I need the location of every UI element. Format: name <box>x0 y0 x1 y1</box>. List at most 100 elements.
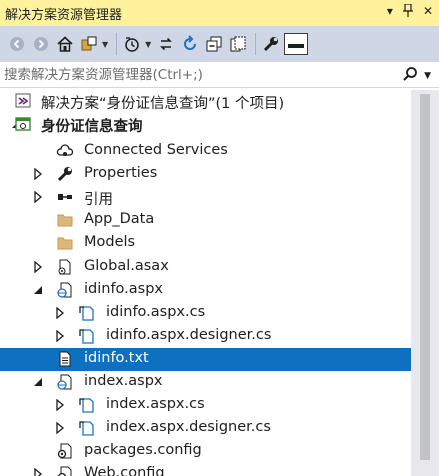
solution-icon <box>14 92 32 110</box>
tree-item[interactable]: idinfo.txt <box>0 348 411 371</box>
tree-item-label: Properties <box>84 165 158 181</box>
connected-services-icon <box>56 142 74 160</box>
tree-item[interactable]: index.aspx.designer.cs <box>0 417 411 440</box>
tree-item[interactable]: App_Data <box>0 209 411 232</box>
collapsed-triangle-icon[interactable] <box>32 191 44 203</box>
show-all-files-icon <box>229 35 247 53</box>
text-file-icon <box>56 350 74 368</box>
references-icon <box>56 188 74 206</box>
aspx-file-icon <box>56 281 74 299</box>
tree-item-label: index.aspx.cs <box>106 396 205 412</box>
toolbar-separator <box>116 33 118 55</box>
tree-item-label: Global.asax <box>84 258 169 274</box>
tree-item-label: 身份证信息查询 <box>41 119 143 135</box>
forward-arrow-icon <box>33 36 49 52</box>
tree-item[interactable]: idinfo.aspx <box>0 279 411 302</box>
close-icon[interactable]: ✕ <box>423 4 433 20</box>
tree-item[interactable]: idinfo.aspx.designer.cs <box>0 325 411 348</box>
switch-views-button[interactable] <box>78 33 100 55</box>
preview-button[interactable] <box>284 33 309 55</box>
chevron-down-icon[interactable]: ▾ <box>387 4 393 20</box>
config-file-icon <box>56 465 74 476</box>
show-all-files-button[interactable] <box>227 33 249 55</box>
tree-item[interactable]: index.aspx.cs <box>0 394 411 417</box>
tree-item[interactable]: Properties <box>0 163 411 186</box>
tree-item[interactable]: Models <box>0 232 411 255</box>
tree-item-label: Connected Services <box>84 142 228 158</box>
search-input[interactable] <box>0 66 380 83</box>
back-arrow-icon <box>9 36 25 52</box>
preview-icon <box>288 35 305 54</box>
search-icon[interactable] <box>402 66 418 86</box>
forward-button[interactable] <box>30 33 52 55</box>
back-button[interactable] <box>6 33 28 55</box>
tree-item-label: App_Data <box>84 211 155 227</box>
collapsed-triangle-icon[interactable] <box>54 399 66 411</box>
refresh-icon <box>181 35 199 53</box>
wrench-icon <box>56 165 74 183</box>
tree-item[interactable]: 身份证信息查询 <box>0 113 411 136</box>
tree-item[interactable]: index.aspx <box>0 371 411 394</box>
tree-item[interactable]: 引用 <box>0 186 411 209</box>
panel-title-bar: 解决方案资源管理器 ▾ ✕ <box>0 0 439 26</box>
tree-item[interactable]: Web.config <box>0 463 411 476</box>
collapsed-triangle-icon[interactable] <box>54 330 66 342</box>
search-options-icon[interactable]: ▼ <box>424 71 431 81</box>
collapsed-triangle-icon[interactable] <box>54 307 66 319</box>
switch-views-dropdown-icon[interactable]: ▼ <box>102 40 108 49</box>
pending-changes-button[interactable] <box>121 33 143 55</box>
switch-views-icon <box>80 35 98 53</box>
tree-item-label: idinfo.aspx.cs <box>106 304 206 320</box>
aspx-file-icon <box>56 373 74 391</box>
tree-item[interactable]: idinfo.aspx.cs <box>0 302 411 325</box>
history-icon <box>123 35 141 53</box>
home-button[interactable] <box>54 33 76 55</box>
collapsed-triangle-icon[interactable] <box>32 168 44 180</box>
tree-item-label: idinfo.txt <box>84 350 149 366</box>
vertical-scrollbar[interactable] <box>411 90 439 476</box>
tree-item-label: Web.config <box>84 465 165 476</box>
collapse-all-button[interactable] <box>203 33 225 55</box>
tree-item-label: index.aspx <box>84 373 163 389</box>
sync-icon <box>157 35 175 53</box>
scrollbar-thumb[interactable] <box>420 94 430 460</box>
properties-button[interactable] <box>260 33 282 55</box>
tree-item-label: packages.config <box>84 442 202 458</box>
cs-file-icon <box>78 304 96 322</box>
tree-item-label: Models <box>84 234 136 250</box>
web-project-icon <box>14 115 32 133</box>
collapse-all-icon <box>205 35 223 53</box>
solution-explorer-toolbar: ▼ ▼ <box>0 26 439 62</box>
tree-item-label: 引用 <box>84 192 113 208</box>
tree-item-label: 解决方案“身份证信息查询”(1 个项目) <box>41 96 285 112</box>
expanded-triangle-icon[interactable] <box>32 376 44 388</box>
collapsed-triangle-icon[interactable] <box>32 261 44 273</box>
folder-icon <box>56 234 74 252</box>
panel-title: 解决方案资源管理器 <box>5 7 123 23</box>
tree-item[interactable]: 解决方案“身份证信息查询”(1 个项目) <box>0 90 411 113</box>
collapsed-triangle-icon[interactable] <box>54 422 66 434</box>
refresh-button[interactable] <box>179 33 201 55</box>
sync-button[interactable] <box>155 33 177 55</box>
search-box[interactable]: ▼ <box>0 62 439 88</box>
folder-icon <box>56 211 74 229</box>
tree-item-label: index.aspx.designer.cs <box>106 419 271 435</box>
cs-file-icon <box>78 396 96 414</box>
expanded-triangle-icon[interactable] <box>32 284 44 296</box>
asax-file-icon <box>56 258 74 276</box>
cs-file-icon <box>78 327 96 345</box>
config-file-icon <box>56 442 74 460</box>
solution-tree: 解决方案“身份证信息查询”(1 个项目) 身份证信息查询 Connected Ser… <box>0 90 411 476</box>
tree-item[interactable]: packages.config <box>0 440 411 463</box>
cs-file-icon <box>78 419 96 437</box>
wrench-icon <box>262 35 280 53</box>
collapsed-triangle-icon[interactable] <box>32 468 44 476</box>
tree-item[interactable]: Global.asax <box>0 256 411 279</box>
tree-item-label: idinfo.aspx.designer.cs <box>106 327 272 343</box>
pin-icon[interactable] <box>402 3 413 20</box>
home-icon <box>56 35 74 53</box>
tree-item-label: idinfo.aspx <box>84 281 164 297</box>
tree-item[interactable]: Connected Services <box>0 140 411 163</box>
toolbar-separator <box>255 33 257 55</box>
pending-changes-dropdown-icon[interactable]: ▼ <box>145 40 151 49</box>
